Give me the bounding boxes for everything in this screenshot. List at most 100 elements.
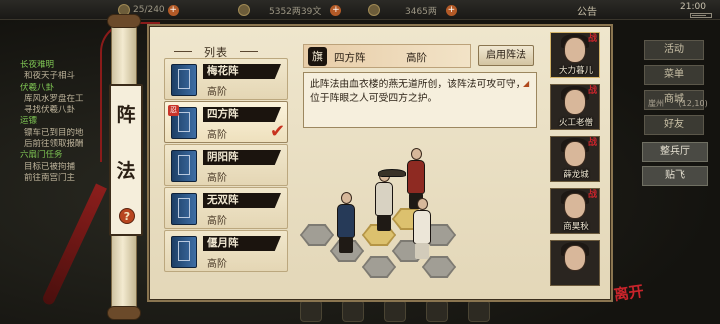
formation-book-icon [171,150,197,182]
hero-portrait [564,245,586,271]
side-menu: 活动 菜单 商城 好友 [644,40,704,140]
formation-slot[interactable] [362,256,396,278]
active-check-icon: ✔ [270,121,286,142]
bottom-toolbar [300,300,490,322]
detail-level: 高阶 [406,52,427,64]
hero-portrait [564,89,586,115]
gold-icon [368,4,380,16]
formation-name: 四方阵 [203,107,281,122]
formation-detail-header: 旗 四方阵 高阶 [303,44,471,68]
side-menu-button[interactable]: 菜单 [644,65,704,85]
formation-board [298,140,470,288]
gold-value: 3465两 [405,6,437,17]
formation-book-icon [171,193,197,225]
formation-description: 此阵法由血衣楼的燕无道所创，该阵法可攻可守，位于阵眼之人可受四方之护。 ◢ [303,72,537,128]
clock: 21:00 [680,2,706,12]
quest-text: 寻找伏羲八卦 [24,105,76,116]
quest-title[interactable]: 伏羲八卦 [20,83,110,94]
area-name: 崖州 [648,99,664,108]
close-seal-button[interactable]: 离开 [612,282,648,320]
silver-resource: 5352两39文 + [238,3,342,17]
add-gold-button[interactable]: + [445,4,457,16]
hero-card[interactable]: 战火工老僧 [550,84,600,130]
quest-title[interactable]: 运镖 [20,116,110,127]
hero-portrait [564,37,586,63]
hero-portrait [564,141,586,167]
hero-card[interactable]: 战商昊秋 [550,188,600,234]
notice-button[interactable]: 公告 [577,3,597,18]
quest-text: 和夜天子相斗 [24,71,76,82]
formation-level: 高阶 [207,259,227,270]
formation-name: 无双阵 [203,193,281,208]
add-silver-button[interactable]: + [330,4,342,16]
hero-name: 火工老僧 [558,118,593,128]
hero-name: 薛龙城 [563,170,589,180]
description-text: 此阵法由血衣楼的燕无道所创，该阵法可攻可守，位于阵眼之人可受四方之护。 [310,79,526,104]
hero-name: 大力暮儿 [558,66,593,76]
area-label: 崖州 (12,10) [648,98,708,109]
enable-formation-button[interactable]: 启用阵法 [478,45,534,66]
battle-mark-icon: 战 [588,190,598,200]
formation-list-item[interactable]: 阴阳阵高阶 [164,144,288,186]
quest-title[interactable]: 六扇门任务 [20,150,110,161]
silver-value: 5352两39文 [269,6,322,17]
skill-icon[interactable] [342,300,364,322]
formation-slot[interactable] [300,224,334,246]
guild-icon[interactable] [426,300,448,322]
formation-list-item[interactable]: 偃月阵高阶 [164,230,288,272]
tab-title-top: 阵 [116,104,136,126]
quest-text: 库风水罗盘在工 [24,93,84,104]
flag-icon: 旗 [308,47,327,66]
quest-text: 目标已被拘捕 [24,161,76,172]
battle-mark-icon: 战 [588,34,598,44]
team-icon[interactable] [384,300,406,322]
battle-mark-icon: 战 [588,138,598,148]
formation-name: 偃月阵 [203,236,281,251]
formation-level: 高阶 [207,87,227,98]
hero-card[interactable]: 战薛龙城 [550,136,600,182]
side-menu-button[interactable]: 好友 [644,115,704,135]
formation-list-item[interactable]: 无双阵高阶 [164,187,288,229]
hero-figure [372,169,406,232]
formation-level: 高阶 [207,216,227,227]
formation-name: 阴阳阵 [203,150,281,165]
battle-mark-icon: 战 [588,86,598,96]
formation-level: 高阶 [207,130,227,141]
detail-name: 四方阵 [334,52,366,64]
quest-title[interactable]: 长夜难明 [20,60,110,71]
hero-figure [334,192,358,254]
battery-icon [690,13,712,18]
formation-tag-badge: 忍 [168,105,179,116]
formation-book-icon [171,236,197,268]
area-coord: (12,10) [678,99,708,108]
hero-card[interactable]: 战大力暮儿 [550,32,600,78]
formation-tab[interactable]: 阵 法 ? [109,84,143,236]
scroll-rod-cap-bottom [107,306,141,320]
battle-mark-icon [588,242,598,252]
settings-icon[interactable] [468,300,490,322]
hero-name: 商昊秋 [563,222,589,232]
formation-book-icon [171,64,197,96]
stamina-value: 25/240 [133,5,165,15]
quest-text: 镖车已到目的地 [24,127,84,138]
bag-icon[interactable] [300,300,322,322]
hero-portrait [564,193,586,219]
formation-level: 高阶 [207,173,227,184]
tab-title-bottom: 法 [116,160,136,182]
quest-text: 后前往领取报酬 [24,139,84,150]
hero-figure [410,198,434,260]
hero-card[interactable] [550,240,600,286]
quest-log[interactable]: 长夜难明 和夜天子相斗 伏羲八卦 库风水罗盘在工 寻找伏羲八卦 运镖 镖车已到目的地 后前往领… [20,60,110,184]
dogear-icon: ◢ [523,79,530,88]
scroll-rod-cap-top [107,14,141,28]
side-menu-button[interactable]: 活动 [644,40,704,60]
gold-resource: 3465两 + [368,3,457,17]
silver-icon [238,4,250,16]
help-button[interactable]: ? [119,208,135,224]
formation-name: 梅花阵 [203,64,281,79]
formation-list-item[interactable]: 梅花阵高阶 [164,58,288,100]
barracks-button[interactable]: 整兵厅 [642,142,708,162]
quest-text: 前往南宫门主 [24,172,76,183]
fly-button[interactable]: 贴飞 [642,166,708,186]
add-stamina-button[interactable]: + [167,4,179,16]
